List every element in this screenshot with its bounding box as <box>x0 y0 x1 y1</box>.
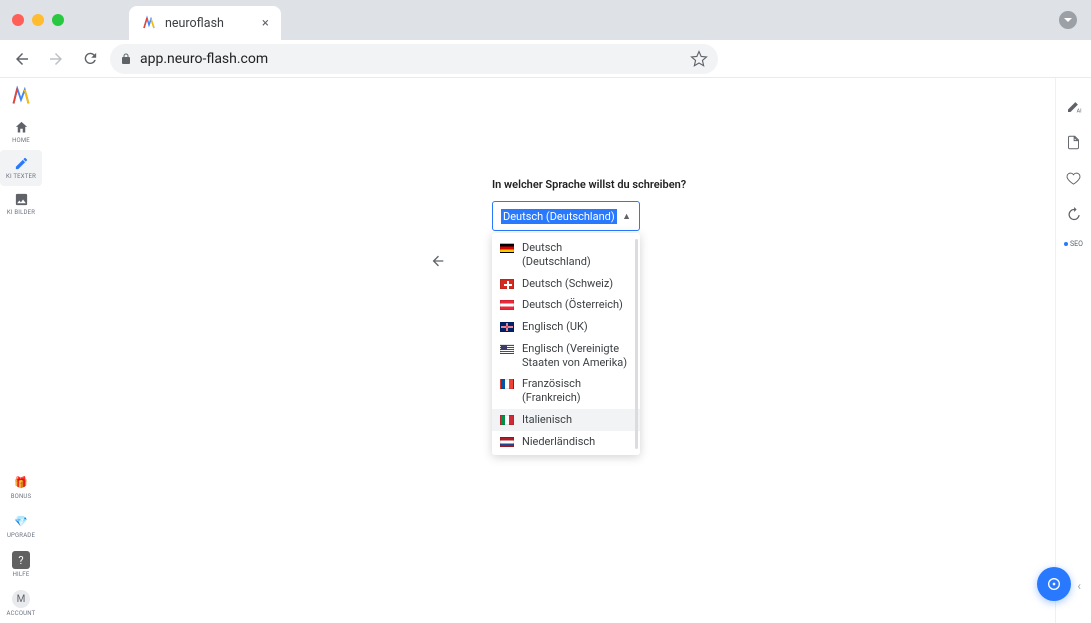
option-label: Italienisch <box>522 413 572 427</box>
sidebar-item-label: UPGRADE <box>7 532 35 539</box>
dropdown-option-de-at[interactable]: Deutsch (Österreich) <box>492 294 640 316</box>
back-button[interactable] <box>8 45 36 73</box>
app-body: HOME KI TEXTER KI BILDER 🎁 BONUS 💎 UPGRA… <box>0 78 1091 623</box>
tab-favicon-icon <box>141 15 157 31</box>
flag-nl-icon <box>500 437 514 447</box>
gem-icon: 💎 <box>12 512 30 530</box>
sidebar-right: AI SEO <box>1055 78 1091 623</box>
sidebar-item-hilfe[interactable]: ? HILFE <box>0 545 42 584</box>
ai-tool-icon[interactable]: AI <box>1064 96 1084 116</box>
lock-icon <box>120 53 132 65</box>
sidebar-item-label: KI BILDER <box>7 209 35 216</box>
option-label: Englisch (UK) <box>522 320 588 334</box>
dropdown-option-en-uk[interactable]: Englisch (UK) <box>492 316 640 338</box>
flag-de-icon <box>500 243 514 253</box>
option-label: Französisch (Frankreich) <box>522 377 632 405</box>
sidebar-item-label: KI TEXTER <box>6 173 36 180</box>
flag-it-icon <box>500 415 514 425</box>
main-content: In welcher Sprache willst du schreiben? … <box>42 78 1055 623</box>
seo-indicator[interactable]: SEO <box>1064 240 1083 248</box>
flag-fr-icon <box>500 379 514 389</box>
sidebar-item-ki-bilder[interactable]: KI BILDER <box>0 186 42 222</box>
dropdown-option-nl[interactable]: Niederländisch <box>492 431 640 453</box>
window-maximize-icon[interactable] <box>52 14 64 26</box>
sidebar-item-label: ACCOUNT <box>7 610 36 617</box>
browser-toolbar: app.neuro-flash.com <box>0 40 1091 78</box>
dropdown-option-pl[interactable]: Polnisch <box>492 452 640 455</box>
form-question: In welcher Sprache willst du schreiben? <box>492 178 640 191</box>
tab-close-icon[interactable]: × <box>262 16 269 31</box>
document-icon[interactable] <box>1064 132 1084 152</box>
tab-title: neuroflash <box>165 16 224 31</box>
image-icon <box>14 192 29 207</box>
svg-text:AI: AI <box>1076 109 1081 114</box>
sidebar-item-account[interactable]: M ACCOUNT <box>0 584 42 623</box>
sidebar-item-label: HILFE <box>13 571 30 578</box>
profile-menu-icon[interactable] <box>1059 11 1077 29</box>
sidebar-left: HOME KI TEXTER KI BILDER 🎁 BONUS 💎 UPGRA… <box>0 78 42 623</box>
bookmark-icon[interactable] <box>690 50 708 68</box>
flag-uk-icon <box>500 322 514 332</box>
sidebar-item-label: BONUS <box>11 493 32 500</box>
dropdown-option-de-ch[interactable]: Deutsch (Schweiz) <box>492 273 640 295</box>
pencil-icon <box>14 156 29 171</box>
dropdown-option-en-us[interactable]: Englisch (Vereinigte Staaten von Amerika… <box>492 338 640 374</box>
window-minimize-icon[interactable] <box>32 14 44 26</box>
window-titlebar: neuroflash × <box>0 0 1091 40</box>
browser-tab[interactable]: neuroflash × <box>129 6 281 40</box>
dropdown-scrollbar[interactable] <box>635 239 638 449</box>
option-label: Deutsch (Deutschland) <box>522 241 632 269</box>
sidebar-item-label: HOME <box>12 137 30 144</box>
window-controls <box>12 14 64 26</box>
window-close-icon[interactable] <box>12 14 24 26</box>
sidebar-item-ki-texter[interactable]: KI TEXTER <box>0 150 42 186</box>
history-icon[interactable] <box>1064 204 1084 224</box>
flag-ch-icon <box>500 279 514 289</box>
sidebar-item-upgrade[interactable]: 💎 UPGRADE <box>0 506 42 545</box>
collapse-chevron-icon[interactable]: ‹ <box>1077 579 1081 593</box>
language-dropdown: Deutsch (Deutschland) Deutsch (Schweiz) … <box>492 233 640 455</box>
option-label: Deutsch (Österreich) <box>522 298 623 312</box>
flag-at-icon <box>500 300 514 310</box>
language-form: In welcher Sprache willst du schreiben? … <box>492 178 640 455</box>
dropdown-option-fr[interactable]: Französisch (Frankreich) <box>492 373 640 409</box>
chevron-up-icon: ▲ <box>622 211 631 222</box>
back-step-button[interactable] <box>430 253 446 269</box>
home-icon <box>14 120 29 135</box>
chat-icon <box>1046 576 1062 592</box>
option-label: Niederländisch <box>522 435 595 449</box>
address-bar[interactable]: app.neuro-flash.com <box>110 44 718 74</box>
reload-button[interactable] <box>76 45 104 73</box>
option-label: Englisch (Vereinigte Staaten von Amerika… <box>522 342 632 370</box>
seo-bullet-icon <box>1064 242 1068 246</box>
select-value: Deutsch (Deutschland) <box>501 209 617 224</box>
app-logo-icon[interactable] <box>11 86 31 106</box>
dropdown-option-it[interactable]: Italienisch <box>492 409 640 431</box>
heart-icon[interactable] <box>1064 168 1084 188</box>
gift-icon: 🎁 <box>12 473 30 491</box>
sidebar-item-home[interactable]: HOME <box>0 114 42 150</box>
language-select[interactable]: Deutsch (Deutschland) ▲ <box>492 201 640 231</box>
option-label: Deutsch (Schweiz) <box>522 277 613 291</box>
chat-fab-button[interactable] <box>1037 567 1071 601</box>
help-icon: ? <box>12 551 30 569</box>
forward-button <box>42 45 70 73</box>
dropdown-option-de-de[interactable]: Deutsch (Deutschland) <box>492 237 640 273</box>
flag-us-icon <box>500 344 514 354</box>
sidebar-item-bonus[interactable]: 🎁 BONUS <box>0 467 42 506</box>
url-text: app.neuro-flash.com <box>140 51 682 67</box>
seo-label: SEO <box>1070 240 1083 248</box>
avatar-icon: M <box>12 590 30 608</box>
